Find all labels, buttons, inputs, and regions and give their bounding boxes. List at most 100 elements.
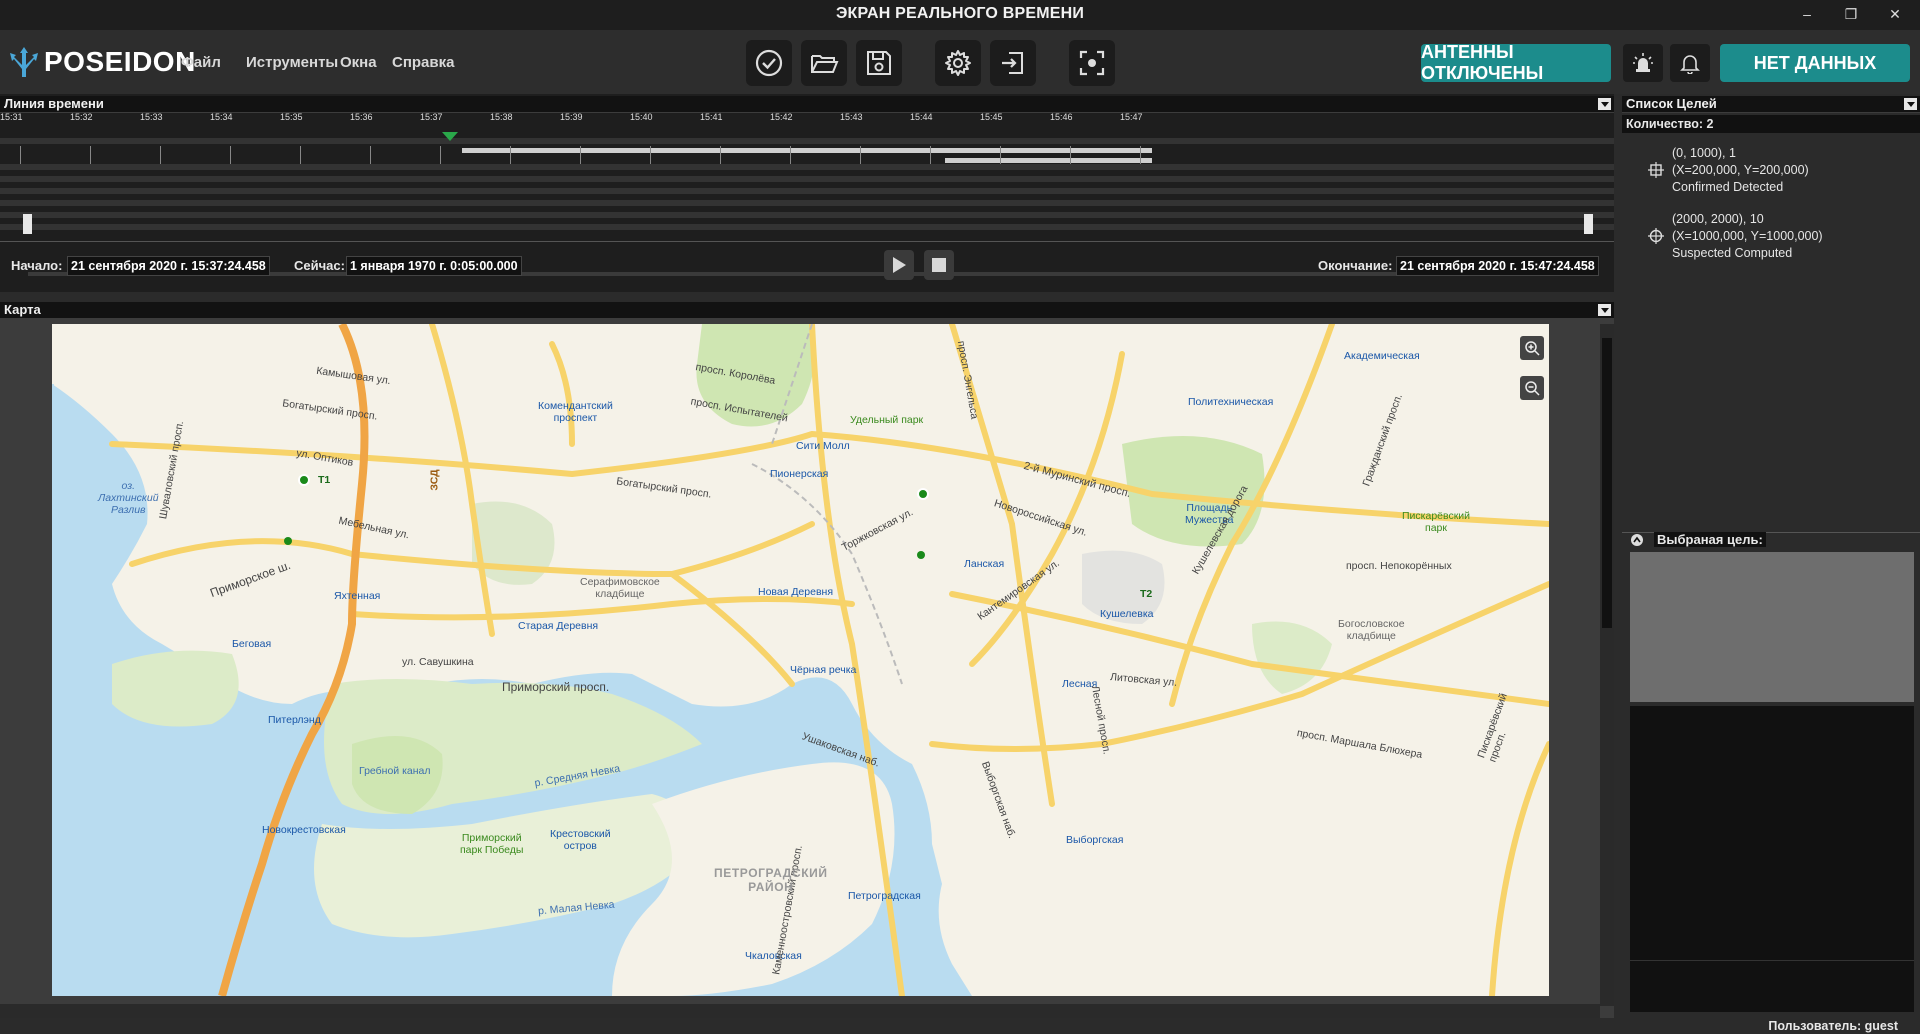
targets-count: Количество: 2	[1622, 115, 1920, 133]
timeline-tick-label: 15:35	[280, 112, 303, 122]
targets-header: Список Целей	[1622, 96, 1920, 113]
range-end-handle[interactable]	[1584, 214, 1593, 234]
timeline-title: Линия времени	[4, 96, 104, 111]
timeline-tick-label: 15:37	[420, 112, 443, 122]
notifications-button[interactable]	[1670, 44, 1710, 82]
timeline-tick-label: 15:42	[770, 112, 793, 122]
timeline-panel: Линия времени 15:31 15:32 15:33 15:34 15:35 1…	[0, 94, 1614, 292]
title-bar: ЭКРАН РЕАЛЬНОГО ВРЕМЕНИ – ❐ ✕	[0, 0, 1920, 30]
timeline-tick-mark	[580, 146, 581, 164]
restore-button[interactable]: ❐	[1840, 4, 1862, 24]
current-time-marker[interactable]	[442, 132, 458, 142]
play-icon	[893, 257, 906, 273]
map-title: Карта	[4, 302, 41, 317]
menu-help[interactable]: Справка	[392, 54, 454, 71]
map-horizontal-scrollbar[interactable]	[0, 1004, 1600, 1018]
timeline-tick-mark	[1070, 146, 1071, 164]
collapse-up-icon[interactable]	[1630, 533, 1644, 547]
crosshair-square-icon	[1648, 162, 1664, 178]
check-button[interactable]	[746, 40, 792, 86]
timeline-tick-mark	[1000, 146, 1001, 164]
timeline-tick-mark	[440, 146, 441, 164]
bell-icon	[1680, 55, 1700, 74]
no-data-button[interactable]: НЕТ ДАННЫХ	[1720, 44, 1910, 82]
play-button[interactable]	[884, 250, 914, 280]
timeline-tick-label: 15:41	[700, 112, 723, 122]
end-time-field[interactable]: 21 сентября 2020 г. 15:47:24.458	[1396, 256, 1599, 276]
timeline-tick-mark	[860, 146, 861, 164]
open-button[interactable]	[801, 40, 847, 86]
range-start-handle[interactable]	[23, 214, 32, 234]
zoom-out-icon	[1525, 381, 1540, 396]
timeline-tick-mark	[90, 146, 91, 164]
selected-target-details	[1630, 706, 1914, 960]
map-header: Карта	[0, 302, 1614, 319]
login-button[interactable]	[990, 40, 1036, 86]
selected-target-footer	[1630, 960, 1914, 1012]
siren-icon	[1633, 53, 1653, 72]
timeline-tick-label: 15:38	[490, 112, 513, 122]
trident-icon	[10, 47, 38, 77]
antennas-button[interactable]: АНТЕННЫ ОТКЛЮЧЕНЫ	[1421, 42, 1611, 83]
app-header: POSEIDON Файл Иструменты Окна Справка АН…	[0, 30, 1920, 94]
save-button[interactable]	[856, 40, 902, 86]
minimize-button[interactable]: –	[1796, 4, 1818, 24]
close-button[interactable]: ✕	[1884, 4, 1906, 24]
timeline-tick-mark	[720, 146, 721, 164]
crosshair-circle-icon	[1648, 228, 1664, 244]
track-segment	[945, 158, 1152, 163]
timeline-tick-label: 15:45	[980, 112, 1003, 122]
now-time-field[interactable]: 1 января 1970 г. 0:05:00.000	[346, 256, 522, 276]
map-view[interactable]: Комендантский проспект Удельный парк Сит…	[52, 324, 1549, 996]
collapse-timeline-button[interactable]	[1598, 98, 1611, 110]
zoom-in-button[interactable]	[1520, 336, 1544, 360]
timeline-tick-label: 15:39	[560, 112, 583, 122]
timeline-tick-label: 15:32	[70, 112, 93, 122]
timeline-tick-mark	[160, 146, 161, 164]
stop-button[interactable]	[924, 250, 954, 280]
timeline-tick-mark	[510, 146, 511, 164]
timeline-tick-mark	[790, 146, 791, 164]
now-label: Сейчас:	[294, 258, 345, 273]
status-bar: Пользователь: guest	[0, 1018, 1920, 1034]
timeline-tick-mark	[230, 146, 231, 164]
timeline-tick-mark	[1140, 146, 1141, 164]
target-item-1[interactable]: (0, 1000), 1 (X=200,000, Y=200,000) Conf…	[1672, 145, 1809, 196]
start-time-field[interactable]: 21 сентября 2020 г. 15:37:24.458	[67, 256, 270, 276]
timeline-tick-label: 15:43	[840, 112, 863, 122]
timeline-tick-label: 15:33	[140, 112, 163, 122]
focus-button[interactable]	[1069, 40, 1115, 86]
zoom-out-button[interactable]	[1520, 376, 1544, 400]
collapse-targets-button[interactable]	[1904, 98, 1917, 110]
map-vertical-scrollbar[interactable]	[1600, 324, 1614, 1006]
timeline-tick-label: 15:31	[0, 112, 23, 122]
timeline-tick-label: 15:34	[210, 112, 233, 122]
timeline-tick-label: 15:44	[910, 112, 933, 122]
check-circle-icon	[755, 49, 783, 77]
zoom-in-icon	[1525, 341, 1540, 356]
selected-target-label: Выбраная цель:	[1654, 532, 1766, 547]
start-label: Начало:	[11, 258, 63, 273]
timeline-tick-mark	[930, 146, 931, 164]
menu-tools[interactable]: Иструменты	[246, 54, 338, 71]
sign-in-icon	[1002, 52, 1023, 74]
collapse-map-button[interactable]	[1598, 304, 1611, 316]
end-label: Окончание:	[1318, 258, 1393, 273]
alarm-button[interactable]	[1623, 44, 1663, 82]
map-labels: Комендантский проспект Удельный парк Сит…	[98, 339, 1510, 976]
targets-title: Список Целей	[1626, 96, 1717, 111]
target-item-2[interactable]: (2000, 2000), 10 (X=1000,000, Y=1000,000…	[1672, 211, 1823, 262]
gear-icon	[945, 50, 971, 76]
window-title: ЭКРАН РЕАЛЬНОГО ВРЕМЕНИ	[835, 5, 1085, 22]
menu-file[interactable]: Файл	[181, 54, 221, 71]
selected-target-preview	[1630, 552, 1914, 702]
stop-icon	[932, 258, 946, 272]
timeline-header: Линия времени	[0, 96, 1614, 113]
menu-windows[interactable]: Окна	[340, 54, 377, 71]
logo-text: POSEIDON	[44, 46, 196, 77]
folder-open-icon	[811, 55, 839, 73]
settings-button[interactable]	[935, 40, 981, 86]
timeline-tick-label: 15:46	[1050, 112, 1073, 122]
timeline-tick-label: 15:47	[1120, 112, 1143, 122]
timeline-tick-mark	[650, 146, 651, 164]
